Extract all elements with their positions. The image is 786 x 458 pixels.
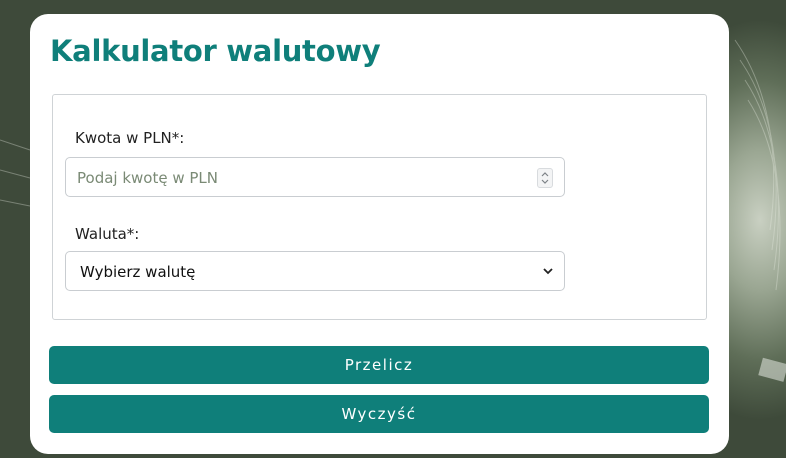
number-spinner-icon[interactable] (537, 168, 553, 188)
currency-selected-value: Wybierz walutę (80, 263, 196, 281)
chevron-down-icon (543, 268, 553, 275)
clear-button[interactable]: Wyczyść (49, 395, 709, 433)
currency-select[interactable]: Wybierz walutę (65, 251, 565, 291)
form-panel: Kwota w PLN*: Podaj kwotę w PLN Waluta*:… (52, 94, 707, 320)
convert-button[interactable]: Przelicz (49, 346, 709, 384)
currency-label: Waluta*: (75, 225, 140, 243)
amount-placeholder: Podaj kwotę w PLN (77, 169, 219, 187)
page-title: Kalkulator walutowy (50, 34, 381, 68)
calculator-card: Kalkulator walutowy Kwota w PLN*: Podaj … (30, 14, 729, 454)
amount-input[interactable]: Podaj kwotę w PLN (65, 157, 565, 197)
amount-label: Kwota w PLN*: (75, 129, 185, 147)
